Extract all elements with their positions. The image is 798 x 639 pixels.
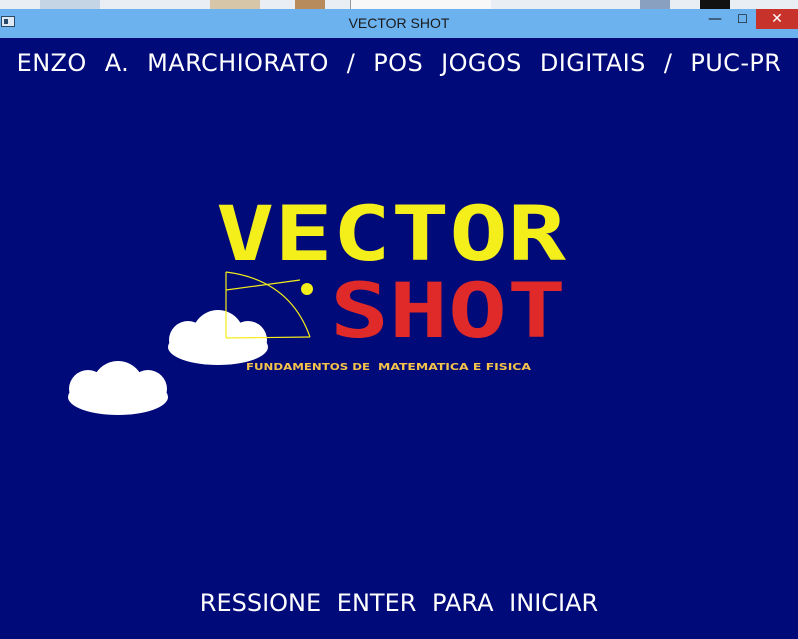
logo-word-vector: VECTOR (216, 189, 566, 278)
cloud-icon (68, 361, 168, 415)
subtitle-part-2: MATEMATICA E FISICA (378, 362, 531, 373)
start-prompt: RESSIONE ENTER PARA INICIAR (199, 589, 599, 617)
projectile-ball-icon (301, 283, 313, 295)
subtitle-part-1: FUNDAMENTOS DE (246, 362, 370, 373)
logo-word-shot: SHOT (330, 266, 566, 355)
game-logo: VECTOR SHOT FUNDAMENTOS DE MATEMATICA E … (68, 189, 566, 415)
